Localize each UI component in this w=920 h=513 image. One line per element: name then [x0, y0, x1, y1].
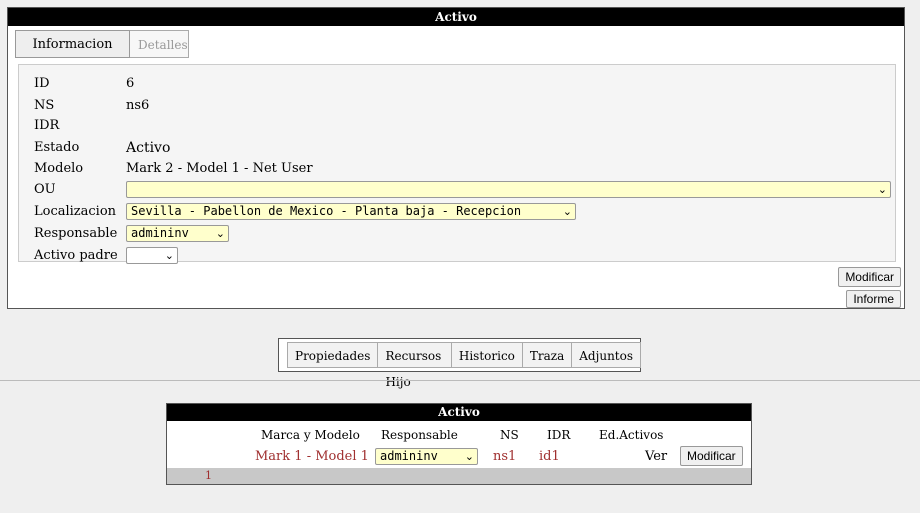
- ns-label: NS: [34, 98, 55, 113]
- sub-tabs: Propiedades Recursos Hijo Historico Traz…: [278, 338, 641, 389]
- id-value: 6: [126, 76, 135, 91]
- chevron-down-icon: ⌄: [164, 249, 174, 262]
- info-box: ID 6 NS ns6 IDR Estado Activo Modelo Mar…: [18, 64, 896, 264]
- tab-historico[interactable]: Historico: [450, 342, 523, 368]
- row-modificar-button[interactable]: Modificar: [680, 446, 743, 466]
- localizacion-select[interactable]: Sevilla - Pabellon de Mexico - Planta ba…: [126, 203, 576, 220]
- tab-informacion[interactable]: Informacion: [15, 30, 130, 58]
- activo-padre-label: Activo padre: [34, 248, 118, 263]
- responsable-select[interactable]: admininv ⌄: [126, 225, 229, 242]
- localizacion-label: Localizacion: [34, 204, 117, 219]
- localizacion-select-value: Sevilla - Pabellon de Mexico - Planta ba…: [131, 204, 522, 218]
- responsable-label: Responsable: [34, 226, 118, 241]
- tab-propiedades[interactable]: Propiedades: [287, 342, 379, 368]
- activo-panel: Activo Informacion Detalles ID 6 NS ns6 …: [7, 7, 905, 309]
- modificar-button[interactable]: Modificar: [838, 267, 901, 287]
- header-marca-modelo: Marca y Modelo: [261, 428, 360, 442]
- chevron-down-icon: ⌄: [215, 227, 225, 240]
- panel-title: Activo: [8, 8, 904, 26]
- cell-idr: id1: [539, 449, 560, 464]
- row-responsable-select[interactable]: admininv ⌄: [375, 448, 478, 465]
- ou-label: OU: [34, 182, 56, 197]
- tab-detalles[interactable]: Detalles: [130, 30, 189, 58]
- header-responsable: Responsable: [381, 428, 458, 442]
- id-label: ID: [34, 76, 50, 91]
- tab-adjuntos[interactable]: Adjuntos: [571, 342, 641, 368]
- ver-link[interactable]: Ver: [645, 449, 667, 464]
- cell-modelo[interactable]: Mark 1 - Model 1: [255, 449, 369, 464]
- header-idr: IDR: [547, 428, 571, 442]
- estado-label: Estado: [34, 140, 80, 155]
- informe-button[interactable]: Informe: [846, 290, 901, 308]
- divider: [0, 380, 920, 381]
- row-responsable-value: admininv: [380, 449, 438, 463]
- tab-recursos-hijo[interactable]: Recursos Hijo: [377, 342, 452, 389]
- estado-value: Activo: [126, 140, 171, 156]
- table-pagination: 1: [167, 468, 751, 484]
- responsable-select-value: admininv: [131, 226, 189, 240]
- table-title: Activo: [167, 404, 751, 421]
- ns-value: ns6: [126, 98, 150, 113]
- tab-traza[interactable]: Traza: [521, 342, 573, 368]
- header-ed-activos: Ed.Activos: [599, 428, 664, 442]
- chevron-down-icon: ⌄: [562, 205, 572, 218]
- page-link-1[interactable]: 1: [205, 469, 212, 482]
- header-ns: NS: [500, 428, 519, 442]
- info-tabs: Informacion Detalles: [15, 30, 189, 58]
- activos-table: Activo Marca y Modelo Responsable NS IDR…: [166, 403, 752, 485]
- ou-select[interactable]: ⌄: [126, 181, 891, 198]
- idr-label: IDR: [34, 118, 60, 133]
- activo-padre-select[interactable]: ⌄: [126, 247, 178, 264]
- chevron-down-icon: ⌄: [464, 450, 474, 463]
- cell-ns: ns1: [493, 449, 517, 464]
- modelo-label: Modelo: [34, 161, 84, 176]
- modelo-value: Mark 2 - Model 1 - Net User: [126, 161, 313, 176]
- chevron-down-icon: ⌄: [877, 183, 887, 196]
